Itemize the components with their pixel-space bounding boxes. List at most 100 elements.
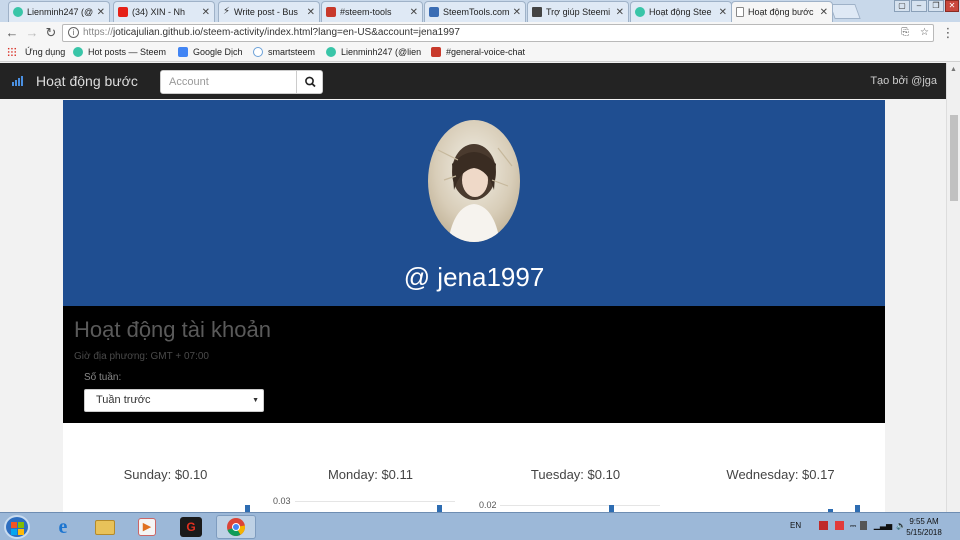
chart-bar [855, 505, 860, 512]
chrome-icon [227, 518, 246, 537]
close-icon[interactable]: ✕ [410, 7, 418, 18]
language-indicator[interactable]: EN [790, 521, 801, 530]
day-label: Tuesday: $0.10 [530, 467, 621, 482]
flag-icon[interactable] [860, 521, 868, 531]
antivirus-icon[interactable] [834, 521, 844, 531]
media-player-icon: ▶ [138, 518, 156, 536]
bookmarks-bar: Ứng dụng Hot posts — Steem Google Dịch s… [0, 44, 960, 62]
taskbar-file-explorer[interactable] [88, 515, 122, 539]
bookmark-smartsteem[interactable]: smartsteem [253, 47, 315, 57]
day-card-wednesday: Wednesday: $0.17 [678, 423, 883, 512]
vivaldi-icon[interactable] [819, 521, 829, 531]
browser-tab-5[interactable]: SteemTools.com ✕ [424, 1, 526, 22]
day-card-tuesday: Tuesday: $0.10 0.02 [473, 423, 678, 512]
browser-tabstrip: Lienminh247 (@ ✕ (34) XIN - Nh ✕ ⚡ Write… [0, 0, 960, 22]
bookmark-apps[interactable]: Ứng dụng [7, 47, 65, 57]
steemtools-icon [429, 7, 439, 17]
taskbar-garena[interactable]: G [174, 515, 208, 539]
clock-time: 9:55 AM [909, 517, 939, 526]
close-icon[interactable]: ✕ [616, 7, 624, 18]
translate-icon[interactable]: ⎘ [901, 27, 909, 38]
chart-gridline [295, 501, 455, 502]
bookmark-lienminh247[interactable]: Lienminh247 (@lien [326, 47, 421, 57]
browser-tab-8[interactable]: Hoạt động bước ✕ [731, 1, 833, 22]
garena-icon: G [180, 517, 202, 537]
browser-tab-3[interactable]: ⚡ Write post - Bus ✕ [218, 1, 320, 22]
day-label: Monday: $0.11 [327, 467, 414, 482]
system-tray: EN ⎓ ▁▃▅ 🔈 [790, 521, 906, 531]
browser-tab-2[interactable]: (34) XIN - Nh ✕ [113, 1, 215, 22]
reload-button[interactable]: ↻ [43, 25, 59, 41]
account-search [160, 70, 323, 94]
site-icon [13, 7, 23, 17]
new-tab-button[interactable] [829, 4, 861, 19]
chart-bar [609, 505, 614, 512]
minimize-button[interactable]: – [911, 0, 927, 12]
apps-grid-icon [7, 47, 17, 57]
address-bar[interactable]: i https://joticajulian.github.io/steem-a… [62, 24, 934, 42]
close-icon[interactable]: ✕ [820, 7, 828, 18]
folder-icon [95, 519, 115, 535]
scroll-up-icon[interactable]: ▲ [950, 66, 957, 73]
weeks-select[interactable]: Tuần trước ▼ [84, 389, 264, 412]
page-icon [736, 7, 744, 17]
back-button[interactable]: ← [4, 25, 20, 41]
author-credit[interactable]: Tạo bởi @jga [870, 75, 937, 87]
windows-logo-icon [11, 522, 17, 528]
app-navbar: Hoạt động bước Tạo bởi @jga [0, 63, 946, 99]
chart-tick-label: 0.02 [479, 500, 497, 510]
close-icon[interactable]: ✕ [307, 7, 315, 18]
scrollbar-thumb[interactable] [950, 115, 958, 201]
forward-button[interactable]: → [24, 25, 40, 41]
taskbar-media-player[interactable]: ▶ [130, 515, 164, 539]
restore-button[interactable]: ❐ [928, 0, 944, 12]
timezone-label: Giờ địa phương: GMT + 07:00 [74, 351, 209, 362]
caret-down-icon: ▼ [252, 397, 259, 404]
browser-toolbar: ← → ↻ i https://joticajulian.github.io/s… [0, 22, 960, 44]
window-close-button[interactable]: ✕ [945, 0, 959, 12]
browser-tab-7[interactable]: Hoạt động Stee ✕ [630, 1, 732, 22]
internet-explorer-icon: e [58, 515, 68, 538]
close-icon[interactable]: ✕ [719, 7, 727, 18]
account-input[interactable] [161, 71, 297, 93]
profile-header: @ jena1997 [63, 100, 885, 306]
menu-icon[interactable]: ⋮ [940, 25, 956, 41]
youtube-icon [118, 7, 128, 17]
network-icon[interactable]: ▁▃▅ [874, 521, 892, 530]
weeks-label: Số tuần: [84, 372, 122, 383]
bookmark-general-voice-chat[interactable]: #general-voice-chat [431, 47, 525, 57]
browser-tab-6[interactable]: Trợ giúp Steemi ✕ [527, 1, 629, 22]
rocketchat-icon [431, 47, 441, 57]
close-icon[interactable]: ✕ [97, 7, 105, 18]
smartsteem-icon [253, 47, 263, 57]
steem-icon [326, 47, 336, 57]
translate-icon [178, 47, 188, 57]
close-icon[interactable]: ✕ [202, 7, 210, 18]
search-icon [305, 76, 316, 88]
search-button[interactable] [296, 71, 322, 93]
day-label: Wednesday: $0.17 [726, 467, 835, 482]
day-card-sunday: Sunday: $0.10 [63, 423, 268, 512]
bookmark-google-translate[interactable]: Google Dịch [178, 47, 243, 57]
browser-tab-4[interactable]: #steem-tools ✕ [321, 1, 423, 22]
close-icon[interactable]: ✕ [513, 7, 521, 18]
taskbar-chrome[interactable] [216, 515, 256, 539]
usb-icon[interactable]: ⎓ [850, 521, 856, 530]
clock-date: 5/15/2018 [906, 528, 942, 537]
start-button[interactable] [4, 515, 30, 539]
taskbar-clock[interactable]: 9:55 AM 5/15/2018 [898, 516, 950, 538]
chart-bar [245, 505, 250, 512]
account-activity-panel: Hoạt động tài khoản Giờ địa phương: GMT … [63, 306, 885, 423]
username: @ jena1997 [403, 262, 545, 292]
day-card-monday: Monday: $0.11 0.03 [268, 423, 473, 512]
page-scrollbar[interactable]: ▲ [946, 63, 960, 512]
bookmark-hot-posts[interactable]: Hot posts — Steem [73, 47, 166, 57]
daily-rewards: Sunday: $0.10 Monday: $0.11 0.03 Tuesday… [63, 423, 885, 512]
taskbar-internet-explorer[interactable]: e [46, 515, 80, 539]
brand-title[interactable]: Hoạt động bước [36, 73, 138, 89]
user-icon[interactable]: ▢ [894, 0, 910, 12]
info-icon[interactable]: i [68, 27, 79, 38]
browser-tab-1[interactable]: Lienminh247 (@ ✕ [8, 1, 110, 22]
star-icon[interactable]: ☆ [920, 27, 929, 38]
steem-icon [73, 47, 83, 57]
